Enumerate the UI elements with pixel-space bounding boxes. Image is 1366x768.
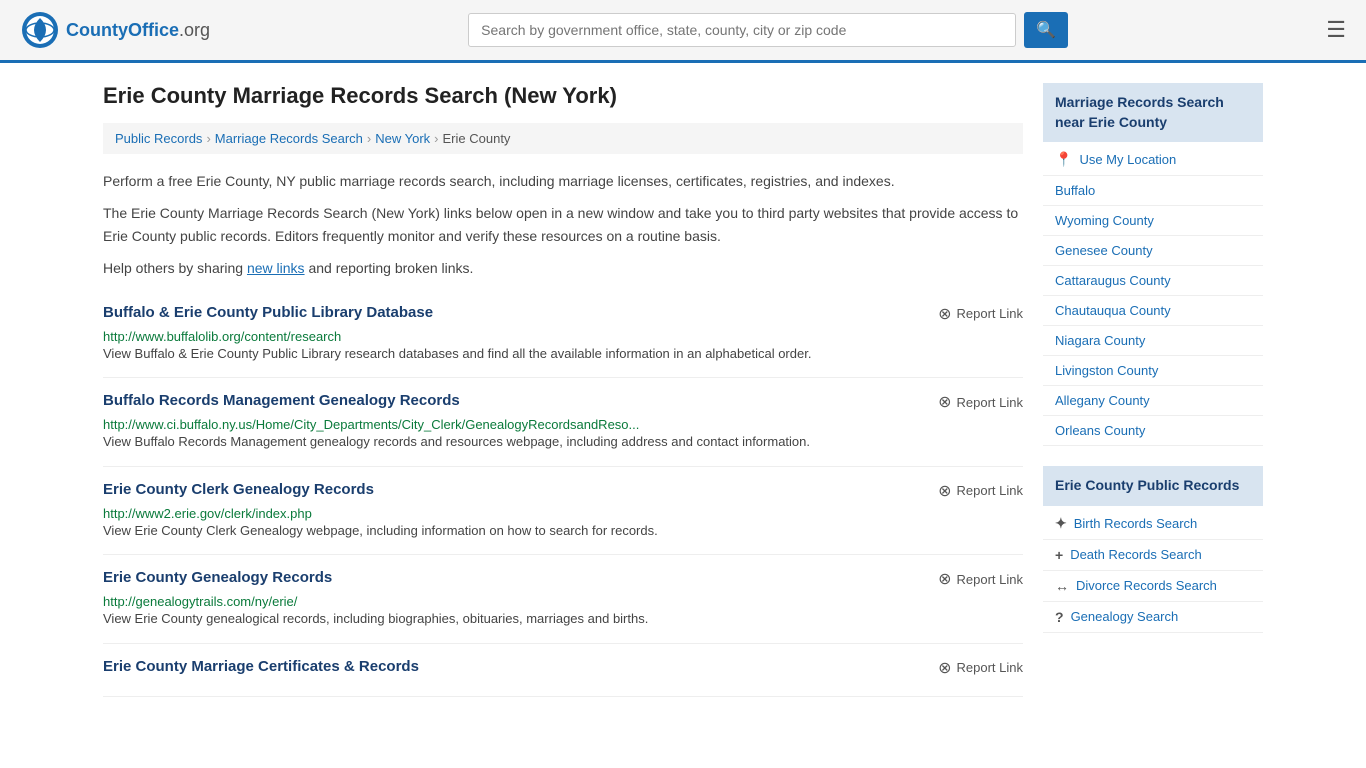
death-icon: + [1055, 547, 1063, 563]
report-link-3[interactable]: ⊗ Report Link [938, 569, 1023, 589]
result-desc-3: View Erie County genealogical records, i… [103, 609, 1023, 629]
result-url-1[interactable]: http://www.ci.buffalo.ny.us/Home/City_De… [103, 417, 639, 432]
public-record-link-1[interactable]: Death Records Search [1070, 547, 1202, 562]
result-url-0[interactable]: http://www.buffalolib.org/content/resear… [103, 329, 341, 344]
report-icon: ⊗ [938, 481, 951, 501]
search-input[interactable] [468, 13, 1016, 47]
logo-text: CountyOffice.org [66, 20, 210, 41]
report-icon: ⊗ [938, 392, 951, 412]
nearby-link-2[interactable]: Genesee County [1055, 243, 1153, 258]
public-records-links-list: ✦ Birth Records Search + Death Records S… [1043, 508, 1263, 633]
results-list: Buffalo & Erie County Public Library Dat… [103, 290, 1023, 697]
nearby-header: Marriage Records Search near Erie County [1043, 83, 1263, 142]
sidebar-item-nearby-1[interactable]: Wyoming County [1043, 206, 1263, 236]
sidebar-item-nearby-3[interactable]: Cattaraugus County [1043, 266, 1263, 296]
result-desc-0: View Buffalo & Erie County Public Librar… [103, 344, 1023, 364]
search-icon: 🔍 [1036, 22, 1056, 39]
sidebar-item-nearby-2[interactable]: Genesee County [1043, 236, 1263, 266]
main-container: Erie County Marriage Records Search (New… [83, 63, 1283, 717]
public-record-link-2[interactable]: Divorce Records Search [1076, 578, 1217, 593]
description-p2: The Erie County Marriage Records Search … [103, 202, 1023, 247]
nearby-link-3[interactable]: Cattaraugus County [1055, 273, 1171, 288]
result-desc-1: View Buffalo Records Management genealog… [103, 432, 1023, 452]
sidebar-item-public-0[interactable]: ✦ Birth Records Search [1043, 508, 1263, 540]
report-link-4[interactable]: ⊗ Report Link [938, 658, 1023, 678]
sidebar-item-nearby-5[interactable]: Niagara County [1043, 326, 1263, 356]
genealogy-icon: ? [1055, 609, 1064, 625]
location-icon: 📍 [1055, 151, 1072, 168]
report-link-2[interactable]: ⊗ Report Link [938, 481, 1023, 501]
result-url-3[interactable]: http://genealogytrails.com/ny/erie/ [103, 594, 297, 609]
hamburger-icon: ☰ [1326, 17, 1346, 42]
description-p1: Perform a free Erie County, NY public ma… [103, 170, 1023, 192]
report-label: Report Link [957, 306, 1023, 321]
search-button[interactable]: 🔍 [1024, 12, 1068, 48]
content-area: Erie County Marriage Records Search (New… [103, 83, 1023, 697]
result-item: Erie County Clerk Genealogy Records ⊗ Re… [103, 467, 1023, 556]
breadcrumb-marriage-records[interactable]: Marriage Records Search [215, 131, 363, 146]
report-label: Report Link [957, 395, 1023, 410]
result-title-2[interactable]: Erie County Clerk Genealogy Records [103, 481, 374, 498]
hamburger-menu-button[interactable]: ☰ [1326, 19, 1346, 41]
nearby-link-0[interactable]: Buffalo [1055, 183, 1095, 198]
nearby-link-7[interactable]: Allegany County [1055, 393, 1150, 408]
sidebar-item-nearby-8[interactable]: Orleans County [1043, 416, 1263, 446]
sidebar-item-nearby-4[interactable]: Chautauqua County [1043, 296, 1263, 326]
report-label: Report Link [957, 483, 1023, 498]
result-title-1[interactable]: Buffalo Records Management Genealogy Rec… [103, 392, 460, 409]
result-title-4[interactable]: Erie County Marriage Certificates & Reco… [103, 658, 419, 675]
report-link-0[interactable]: ⊗ Report Link [938, 304, 1023, 324]
description-p3: Help others by sharing new links and rep… [103, 257, 1023, 279]
breadcrumb-erie-county: Erie County [443, 131, 511, 146]
page-title: Erie County Marriage Records Search (New… [103, 83, 1023, 109]
result-title-3[interactable]: Erie County Genealogy Records [103, 569, 332, 586]
result-item: Buffalo Records Management Genealogy Rec… [103, 378, 1023, 467]
sidebar-item-public-3[interactable]: ? Genealogy Search [1043, 602, 1263, 633]
search-area: 🔍 [468, 12, 1068, 48]
nearby-section: Marriage Records Search near Erie County… [1043, 83, 1263, 446]
breadcrumb-new-york[interactable]: New York [375, 131, 430, 146]
sidebar-item-nearby-0[interactable]: Buffalo [1043, 176, 1263, 206]
report-icon: ⊗ [938, 658, 951, 678]
nearby-links-list: Buffalo Wyoming County Genesee County Catta… [1043, 176, 1263, 446]
report-icon: ⊗ [938, 569, 951, 589]
result-item: Erie County Genealogy Records ⊗ Report L… [103, 555, 1023, 644]
result-item: Erie County Marriage Certificates & Reco… [103, 644, 1023, 697]
divorce-icon: ↔ [1055, 578, 1069, 594]
result-title-0[interactable]: Buffalo & Erie County Public Library Dat… [103, 304, 433, 321]
birth-icon: ✦ [1055, 515, 1067, 532]
result-desc-2: View Erie County Clerk Genealogy webpage… [103, 521, 1023, 541]
sidebar-item-use-location[interactable]: 📍 Use My Location [1043, 144, 1263, 176]
logo-icon [20, 10, 60, 50]
result-url-2[interactable]: http://www2.erie.gov/clerk/index.php [103, 506, 312, 521]
nearby-link-8[interactable]: Orleans County [1055, 423, 1145, 438]
public-record-link-0[interactable]: Birth Records Search [1074, 516, 1198, 531]
report-label: Report Link [957, 660, 1023, 675]
breadcrumb-public-records[interactable]: Public Records [115, 131, 202, 146]
public-records-header: Erie County Public Records [1043, 466, 1263, 506]
breadcrumb: Public Records › Marriage Records Search… [103, 123, 1023, 154]
sidebar-item-nearby-6[interactable]: Livingston County [1043, 356, 1263, 386]
nearby-link-4[interactable]: Chautauqua County [1055, 303, 1171, 318]
sidebar-item-public-2[interactable]: ↔ Divorce Records Search [1043, 571, 1263, 602]
new-links-link[interactable]: new links [247, 260, 305, 276]
sidebar: Marriage Records Search near Erie County… [1043, 83, 1263, 697]
public-record-link-3[interactable]: Genealogy Search [1071, 609, 1179, 624]
report-icon: ⊗ [938, 304, 951, 324]
report-label: Report Link [957, 572, 1023, 587]
sidebar-item-nearby-7[interactable]: Allegany County [1043, 386, 1263, 416]
public-records-section: Erie County Public Records ✦ Birth Recor… [1043, 466, 1263, 633]
site-header: CountyOffice.org 🔍 ☰ [0, 0, 1366, 63]
nearby-link-6[interactable]: Livingston County [1055, 363, 1158, 378]
result-item: Buffalo & Erie County Public Library Dat… [103, 290, 1023, 379]
nearby-link-5[interactable]: Niagara County [1055, 333, 1145, 348]
report-link-1[interactable]: ⊗ Report Link [938, 392, 1023, 412]
logo: CountyOffice.org [20, 10, 210, 50]
sidebar-item-public-1[interactable]: + Death Records Search [1043, 540, 1263, 571]
nearby-link-1[interactable]: Wyoming County [1055, 213, 1154, 228]
